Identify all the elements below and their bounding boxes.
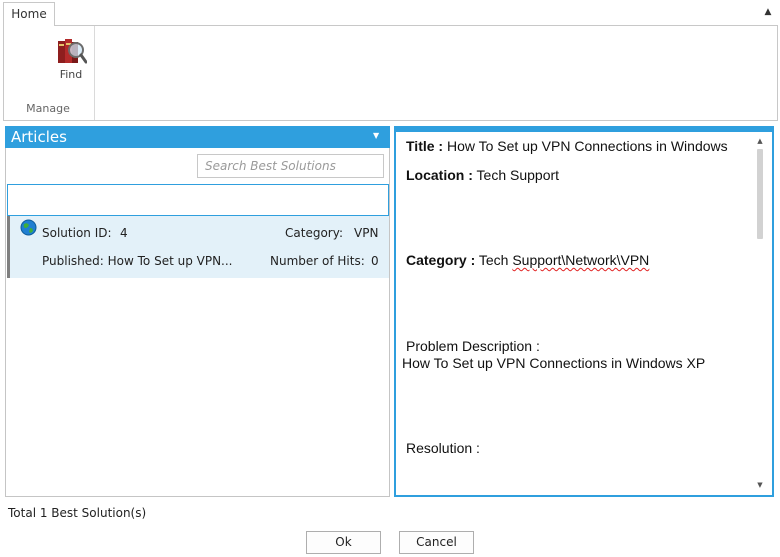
scroll-up-icon[interactable]: ▲	[755, 136, 765, 146]
scrollbar-thumb[interactable]	[757, 149, 763, 239]
articles-panel	[5, 126, 390, 497]
category-detail-prefix: Tech	[478, 252, 513, 268]
chevron-up-icon[interactable]: ▲	[760, 4, 776, 20]
location-label: Location :	[406, 167, 473, 183]
scroll-down-icon[interactable]: ▼	[755, 480, 765, 490]
detail-category-field: Category : Tech Support\Network\VPN	[406, 252, 649, 268]
cancel-button[interactable]: Cancel	[399, 531, 474, 554]
books-magnifier-icon	[58, 39, 87, 64]
globe-icon	[20, 219, 37, 236]
group-divider	[94, 26, 95, 120]
location-value: Tech Support	[476, 167, 560, 183]
hits-value: 0	[371, 254, 379, 268]
total-count: Total 1 Best Solution(s)	[8, 506, 147, 520]
hits-label: Number of Hits:	[270, 254, 365, 268]
manage-group-label: Manage	[26, 102, 70, 115]
tab-home[interactable]: Home	[3, 2, 55, 26]
list-filter-row[interactable]	[7, 184, 389, 216]
title-label: Title :	[406, 138, 444, 154]
find-button[interactable]: Find	[50, 33, 92, 83]
category-detail-label: Category :	[406, 252, 476, 268]
solution-id-value: 4	[120, 226, 128, 240]
ribbon-panel	[3, 25, 778, 121]
category-detail-path: Support\Network\VPN	[512, 252, 650, 268]
category-value: VPN	[354, 226, 379, 240]
find-label: Find	[59, 68, 83, 81]
solution-row[interactable]: Solution ID: 4 Category: VPN Published: …	[7, 216, 389, 278]
title-value: How To Set up VPN Connections in Windows	[446, 138, 728, 154]
problem-label: Problem Description :	[406, 338, 540, 354]
dropdown-arrow-icon[interactable]: ▼	[373, 129, 379, 143]
ok-button[interactable]: Ok	[306, 531, 381, 554]
category-label: Category:	[285, 226, 343, 240]
search-input[interactable]	[197, 154, 384, 178]
problem-value: How To Set up VPN Connections in Windows…	[402, 355, 706, 371]
detail-location-field: Location : Tech Support	[406, 167, 559, 183]
resolution-label: Resolution :	[406, 440, 480, 456]
articles-header[interactable]: Articles ▼	[5, 126, 390, 148]
solution-id-label: Solution ID:	[42, 226, 112, 240]
articles-title: Articles	[11, 128, 67, 146]
detail-title-field: Title : How To Set up VPN Connections in…	[406, 138, 728, 154]
published-title: Published: How To Set up VPN...	[42, 254, 233, 268]
